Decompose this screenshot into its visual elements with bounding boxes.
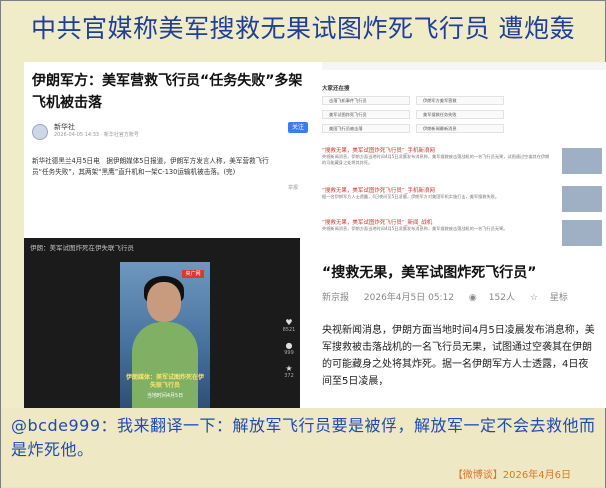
video-frame: 央广网 伊朗媒体：美军试图炸死在伊失联飞行员 当地时间4月5日 — [120, 262, 210, 408]
weibo-comment: @bcde999：我来翻译一下：解放军飞行员要是被俘，解放军一定不会去救他而是炸… — [11, 416, 596, 459]
search-result-title[interactable]: “搜救无果，美军试图炸死飞行员”_手机新浪网 — [322, 186, 435, 194]
news-card-body: 新华社德黑兰4月5日电 据伊朗媒体5日报道，伊朗军方发言人称，美军营救飞行员“任… — [32, 157, 269, 176]
search-results-panel: 大家还在搜 击落飞机事件飞行员 伊朗军方美军营救 美军试图炸死飞行员 美军搜救任… — [322, 62, 606, 408]
news-source-row: 新华社 2026-04-05 14:33 · 新华社官方账号 — [32, 122, 292, 142]
follow-button[interactable]: 关注 — [288, 122, 308, 133]
related-search-chip[interactable]: 美军试图炸死飞行员 — [322, 110, 410, 119]
source-logo-icon — [32, 124, 48, 140]
video-caption-time: 当地时间4月5日 — [146, 393, 184, 399]
search-result-snippet: 据一名伊朗军方人士透露，4日夜间至5日凌晨，伊朗军方对美国军机实施打击，美军搜救… — [322, 194, 500, 199]
search-result-thumbnail[interactable] — [562, 186, 602, 212]
source-meta: 2026-04-05 14:33 · 新华社官方账号 — [54, 132, 139, 138]
video-caption-main: 伊朗媒体：美军试图炸死在伊失联飞行员 — [125, 374, 204, 389]
news-card-title: 伊朗军方：美军营救飞行员“任务失败”多架飞机被击落 — [32, 73, 303, 111]
related-search-chip[interactable]: 击落飞机事件飞行员 — [322, 96, 410, 105]
news-anchor-face — [147, 282, 181, 322]
article-body: 央视新闻消息，伊朗方面当地时间4月5日凌晨发布消息称，美军搜救被击落战机的一名飞… — [322, 325, 595, 387]
search-result-snippet: 央视新闻消息，伊朗方面当地时间4月5日凌晨发布消息称，美军搜救被击落战机的一名飞… — [322, 154, 550, 165]
credit-line: 【微博谈】2026年4月6日 — [452, 470, 571, 481]
news-video-player[interactable]: 伊朗：美军试图炸死在伊失联飞行员 央广网 伊朗媒体：美军试图炸死在伊失联飞行员 … — [24, 238, 300, 408]
article-star[interactable]: 星标 — [550, 293, 568, 303]
search-result-snippet: 央视新闻消息，伊朗方面当地时间4月5日凌晨发布消息称，美军搜救被击落战机的一名飞… — [322, 226, 508, 231]
search-result-title[interactable]: “搜救无果，美军试图炸死飞行员”_新闻_战机 — [322, 218, 432, 226]
comment-icon[interactable]: ● — [282, 341, 296, 350]
screenshot-collage: 伊朗军方：美军营救飞行员“任务失败”多架飞机被击落 新华社 2026-04-05… — [24, 62, 606, 408]
favorite-icon[interactable]: ★ — [282, 364, 296, 373]
article-meta: 新京报 2026年4月5日 05:12 ◉ 152人 ☆ 星标 — [322, 290, 580, 303]
article-title: “搜救无果，美军试图炸死飞行员” — [322, 265, 537, 281]
like-count: 8521 — [282, 327, 296, 333]
article-source[interactable]: 新京报 — [322, 293, 349, 303]
search-result-thumbnail[interactable] — [562, 220, 602, 246]
video-top-caption: 伊朗：美军试图炸死在伊失联飞行员 — [30, 244, 134, 252]
related-search-chip[interactable]: 伊朗新闻最新消息 — [416, 124, 504, 133]
article-views: 152人 — [488, 293, 515, 303]
report-link[interactable]: 举报 — [288, 184, 298, 191]
views-icon: ◉ — [468, 293, 477, 303]
like-icon[interactable]: ♥ — [282, 318, 296, 327]
article-time: 2026年4月5日 05:12 — [363, 293, 455, 303]
related-search-chip[interactable]: 美国飞行员被击落 — [322, 124, 410, 133]
search-result-title[interactable]: “搜救无果，美军试图炸死飞行员”_手机新浪网 — [322, 146, 435, 154]
search-result-thumbnail[interactable] — [562, 148, 602, 174]
related-search-chip[interactable]: 伊朗军方美军营救 — [416, 96, 504, 105]
comment-count: 999 — [284, 350, 294, 356]
favorite-count: 372 — [284, 373, 294, 379]
related-search-chip[interactable]: 美军搜救任务失败 — [416, 110, 504, 119]
page-headline: 中共官媒称美军搜救无果试图炸死飞行员 遭炮轰 — [31, 14, 575, 43]
comment-overlay: @bcde999：我来翻译一下：解放军飞行员要是被俘，解放军一定不会去救他而是炸… — [1, 408, 605, 488]
tv-station-logo: 央广网 — [182, 270, 204, 278]
related-searches-title: 大家还在搜 — [322, 86, 350, 92]
star-icon[interactable]: ☆ — [530, 293, 538, 303]
panel-top-bar — [322, 62, 606, 70]
video-side-actions: ♥ 8521 ● 999 ★ 372 — [282, 318, 296, 387]
xinhua-news-card[interactable]: 伊朗军方：美军营救飞行员“任务失败”多架飞机被击落 新华社 2026-04-05… — [24, 62, 308, 222]
